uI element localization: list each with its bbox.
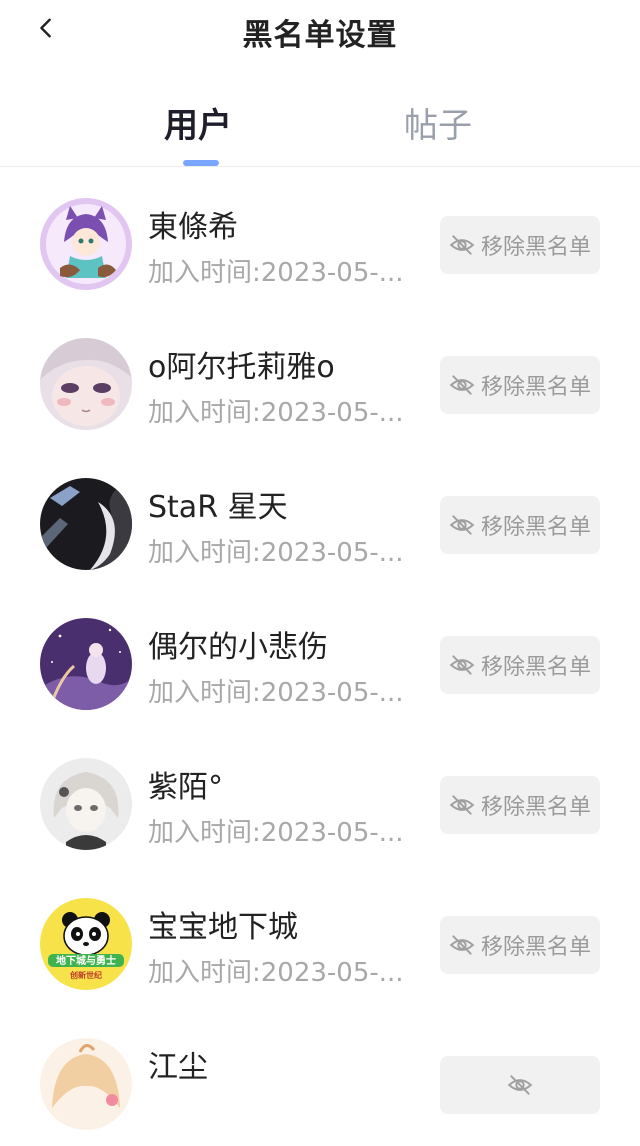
purple-night-avatar-image xyxy=(40,618,132,710)
user-name: 東條希 xyxy=(148,210,238,245)
eye-off-icon xyxy=(449,795,475,815)
user-name: o阿尔托莉雅o xyxy=(148,350,335,385)
avatar[interactable] xyxy=(40,758,132,850)
sketch-girl-avatar-image xyxy=(40,758,132,850)
anime-face-avatar-image xyxy=(40,338,132,430)
remove-button-label: 移除黑名单 xyxy=(480,655,591,680)
tab-posts[interactable]: 帖子 xyxy=(404,98,472,147)
join-time: 加入时间:2023-05-... xyxy=(148,258,404,288)
user-name: StaR 星天 xyxy=(148,490,288,525)
list-item: 紫陌° 加入时间:2023-05-... 移除黑名单 xyxy=(0,726,640,866)
anime-girl-avatar-image xyxy=(40,198,132,290)
top-bar: 黑名单设置 xyxy=(0,0,640,60)
list-item: 地下城与勇士 创新世纪 宝宝地下城 加入时间:2023-05-... 移除黑名单 xyxy=(0,866,640,1006)
join-time: 加入时间:2023-05-... xyxy=(148,678,404,708)
avatar[interactable] xyxy=(40,1038,132,1130)
user-name: 偶尔的小悲伤 xyxy=(148,630,328,665)
dark-abstract-avatar-image xyxy=(40,478,132,570)
panda-logo-bottom-text: 创新世纪 xyxy=(69,970,102,980)
join-time: 加入时间:2023-05-... xyxy=(148,958,404,988)
list-item: o阿尔托莉雅o 加入时间:2023-05-... 移除黑名单 xyxy=(0,306,640,446)
remove-button-label: 移除黑名单 xyxy=(480,515,591,540)
eye-off-icon xyxy=(449,235,475,255)
avatar[interactable] xyxy=(40,478,132,570)
eye-off-icon xyxy=(449,655,475,675)
avatar[interactable]: 地下城与勇士 创新世纪 xyxy=(40,898,132,990)
user-name: 江尘 xyxy=(148,1050,208,1085)
list-item: 偶尔的小悲伤 加入时间:2023-05-... 移除黑名单 xyxy=(0,586,640,726)
remove-from-blacklist-button[interactable]: 移除黑名单 xyxy=(440,356,600,414)
remove-from-blacklist-button[interactable]: 移除黑名单 xyxy=(440,776,600,834)
panda-logo-top-text: 地下城与勇士 xyxy=(56,954,116,967)
user-name: 宝宝地下城 xyxy=(148,910,298,945)
list-item: 江尘 xyxy=(0,1006,640,1146)
avatar[interactable] xyxy=(40,338,132,430)
cute-girl-avatar-image xyxy=(40,1038,132,1130)
panda-logo-avatar-image: 地下城与勇士 创新世纪 xyxy=(40,898,132,990)
remove-from-blacklist-button[interactable] xyxy=(440,1056,600,1114)
remove-from-blacklist-button[interactable]: 移除黑名单 xyxy=(440,216,600,274)
eye-off-icon xyxy=(449,515,475,535)
list-item: StaR 星天 加入时间:2023-05-... 移除黑名单 xyxy=(0,446,640,586)
join-time: 加入时间:2023-05-... xyxy=(148,538,404,568)
eye-off-icon xyxy=(449,375,475,395)
remove-from-blacklist-button[interactable]: 移除黑名单 xyxy=(440,916,600,974)
remove-from-blacklist-button[interactable]: 移除黑名单 xyxy=(440,496,600,554)
list-item: 東條希 加入时间:2023-05-... 移除黑名单 xyxy=(0,166,640,306)
tab-users[interactable]: 用户 xyxy=(164,98,232,147)
avatar[interactable] xyxy=(40,198,132,290)
tab-bar: 用户 帖子 xyxy=(0,80,640,167)
remove-button-label: 移除黑名单 xyxy=(480,935,591,960)
avatar[interactable] xyxy=(40,618,132,710)
remove-button-label: 移除黑名单 xyxy=(480,235,591,260)
remove-from-blacklist-button[interactable]: 移除黑名单 xyxy=(440,636,600,694)
user-name: 紫陌° xyxy=(148,770,223,805)
eye-off-icon xyxy=(449,935,475,955)
page-title: 黑名单设置 xyxy=(242,18,398,53)
remove-button-label: 移除黑名单 xyxy=(480,795,591,820)
join-time: 加入时间:2023-05-... xyxy=(148,398,404,428)
join-time: 加入时间:2023-05-... xyxy=(148,818,404,848)
remove-button-label: 移除黑名单 xyxy=(480,375,591,400)
